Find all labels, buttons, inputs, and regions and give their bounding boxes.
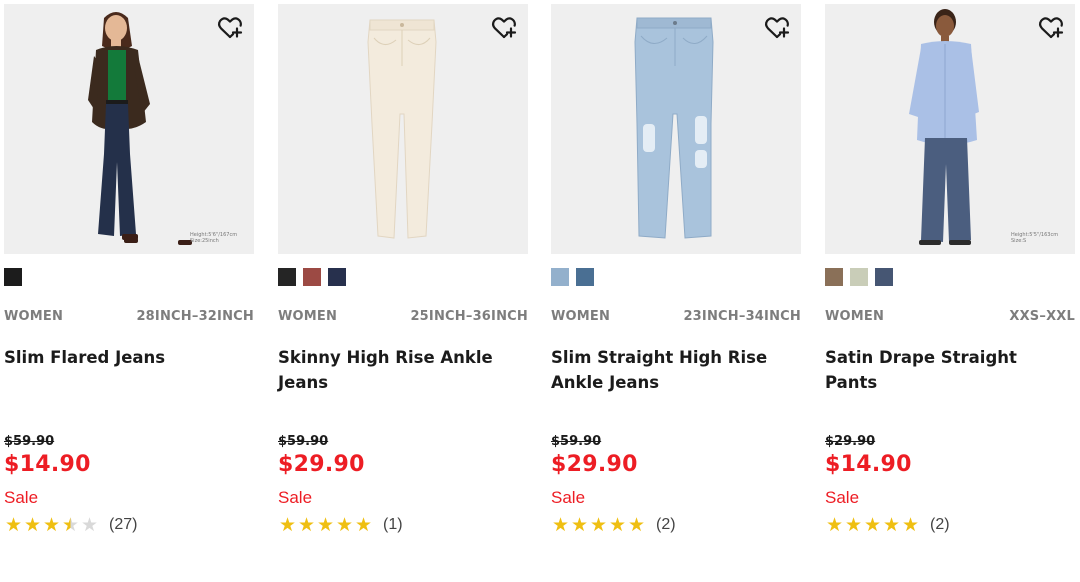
sale-price: $29.90 [551,452,638,477]
product-card[interactable]: Height:5'6"/167cm Size:25inch WOMEN 28IN… [4,0,256,582]
add-to-wishlist-button[interactable] [1037,14,1065,42]
star-icon: ★ [61,514,80,536]
original-price: $59.90 [4,434,55,449]
product-meta: WOMEN XXS–XXL [825,309,1075,327]
color-swatch[interactable] [825,268,843,286]
star-icon: ★ [901,514,920,536]
heart-plus-icon [1038,17,1064,39]
add-to-wishlist-button[interactable] [216,14,244,42]
color-swatch[interactable] [551,268,569,286]
color-swatch[interactable] [875,268,893,286]
product-card[interactable]: Height:5'5"/163cm Size:S WOMEN XXS–XXL S… [825,0,1077,582]
color-swatch[interactable] [4,268,22,286]
star-rating: ★ ★ ★ ★ ★ [825,514,920,536]
sale-flag: Sale [551,488,586,507]
gender-label: WOMEN [4,309,64,324]
star-icon: ★ [23,514,42,536]
star-icon: ★ [844,514,863,536]
star-icon: ★ [80,514,99,536]
product-meta: WOMEN 23INCH–34INCH [551,309,801,327]
original-price: $59.90 [278,434,329,449]
product-name[interactable]: Slim Straight High Rise Ankle Jeans [551,345,791,395]
product-name[interactable]: Satin Drape Straight Pants [825,345,1065,395]
sale-flag: Sale [4,488,39,507]
size-range: 23INCH–34INCH [683,309,801,324]
star-icon: ★ [570,514,589,536]
add-to-wishlist-button[interactable] [763,14,791,42]
star-rating: ★ ★ ★ ★ ★ [4,514,99,536]
product-card[interactable]: WOMEN 25INCH–36INCH Skinny High Rise Ank… [278,0,530,582]
add-to-wishlist-button[interactable] [490,14,518,42]
product-image[interactable]: Height:5'6"/167cm Size:25inch [4,4,254,254]
size-range: 28INCH–32INCH [136,309,254,324]
product-name[interactable]: Slim Flared Jeans [4,345,244,370]
star-icon: ★ [608,514,627,536]
gender-label: WOMEN [825,309,885,324]
star-icon: ★ [278,514,297,536]
gender-label: WOMEN [551,309,611,324]
color-swatches [551,268,594,286]
sale-price: $29.90 [278,452,365,477]
star-icon: ★ [4,514,23,536]
review-count: (27) [109,516,138,533]
heart-plus-icon [764,17,790,39]
product-image[interactable] [278,4,528,254]
star-rating: ★ ★ ★ ★ ★ [278,514,373,536]
model-info-note: Height:5'6"/167cm Size:25inch [190,232,238,244]
product-meta: WOMEN 28INCH–32INCH [4,309,254,327]
sale-price: $14.90 [4,452,91,477]
star-icon: ★ [42,514,61,536]
star-icon: ★ [551,514,570,536]
size-range: XXS–XXL [1009,309,1075,324]
color-swatches [825,268,893,286]
product-image[interactable]: Height:5'5"/163cm Size:S [825,4,1075,254]
rating[interactable]: ★ ★ ★ ★ ★ (2) [825,514,950,536]
product-grid: Height:5'6"/167cm Size:25inch WOMEN 28IN… [0,0,1080,582]
star-icon: ★ [863,514,882,536]
original-price: $29.90 [825,434,876,449]
model-info-note: Height:5'5"/163cm Size:S [1011,232,1059,244]
star-icon: ★ [882,514,901,536]
heart-plus-icon [491,17,517,39]
color-swatch[interactable] [303,268,321,286]
rating[interactable]: ★ ★ ★ ★ ★ (2) [551,514,676,536]
rating[interactable]: ★ ★ ★ ★ ★ (1) [278,514,403,536]
color-swatch[interactable] [328,268,346,286]
star-icon: ★ [297,514,316,536]
size-range: 25INCH–36INCH [410,309,528,324]
sale-price: $14.90 [825,452,912,477]
star-rating: ★ ★ ★ ★ ★ [551,514,646,536]
heart-plus-icon [217,17,243,39]
color-swatch[interactable] [576,268,594,286]
review-count: (1) [383,516,403,533]
review-count: (2) [930,516,950,533]
product-image[interactable] [551,4,801,254]
star-icon: ★ [825,514,844,536]
color-swatches [4,268,22,286]
product-name[interactable]: Skinny High Rise Ankle Jeans [278,345,518,395]
star-icon: ★ [316,514,335,536]
color-swatch[interactable] [850,268,868,286]
star-icon: ★ [335,514,354,536]
product-meta: WOMEN 25INCH–36INCH [278,309,528,327]
star-icon: ★ [354,514,373,536]
product-card[interactable]: WOMEN 23INCH–34INCH Slim Straight High R… [551,0,803,582]
sale-flag: Sale [278,488,313,507]
color-swatch[interactable] [278,268,296,286]
review-count: (2) [656,516,676,533]
star-icon: ★ [627,514,646,536]
star-icon: ★ [589,514,608,536]
sale-flag: Sale [825,488,860,507]
original-price: $59.90 [551,434,602,449]
rating[interactable]: ★ ★ ★ ★ ★ (27) [4,514,137,536]
color-swatches [278,268,346,286]
gender-label: WOMEN [278,309,338,324]
